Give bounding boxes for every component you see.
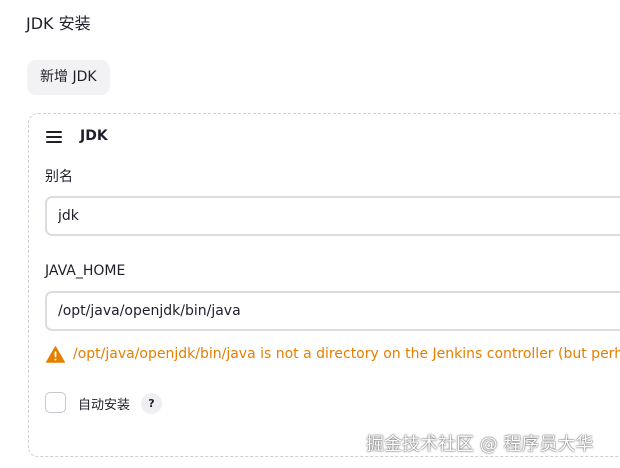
java-home-label: JAVA_HOME: [45, 263, 126, 279]
warning-text: /opt/java/openjdk/bin/java is not a dire…: [73, 346, 620, 362]
section-title: JDK 安装: [26, 14, 91, 33]
auto-install-label[interactable]: 自动安装: [78, 394, 130, 413]
warning-triangle-icon: [46, 346, 65, 363]
help-icon[interactable]: ?: [141, 393, 162, 414]
watermark: 掘金技术社区 @ 程序员大华: [366, 434, 594, 455]
java-home-warning: /opt/java/openjdk/bin/java is not a dire…: [46, 344, 620, 366]
alias-label: 别名: [45, 169, 73, 185]
auto-install-checkbox[interactable]: [45, 392, 66, 413]
card-title: JDK: [80, 128, 108, 144]
java-home-input[interactable]: [45, 291, 620, 331]
alias-input[interactable]: [45, 196, 620, 236]
add-jdk-button[interactable]: 新增 JDK: [27, 60, 110, 95]
menu-icon[interactable]: [46, 131, 62, 143]
